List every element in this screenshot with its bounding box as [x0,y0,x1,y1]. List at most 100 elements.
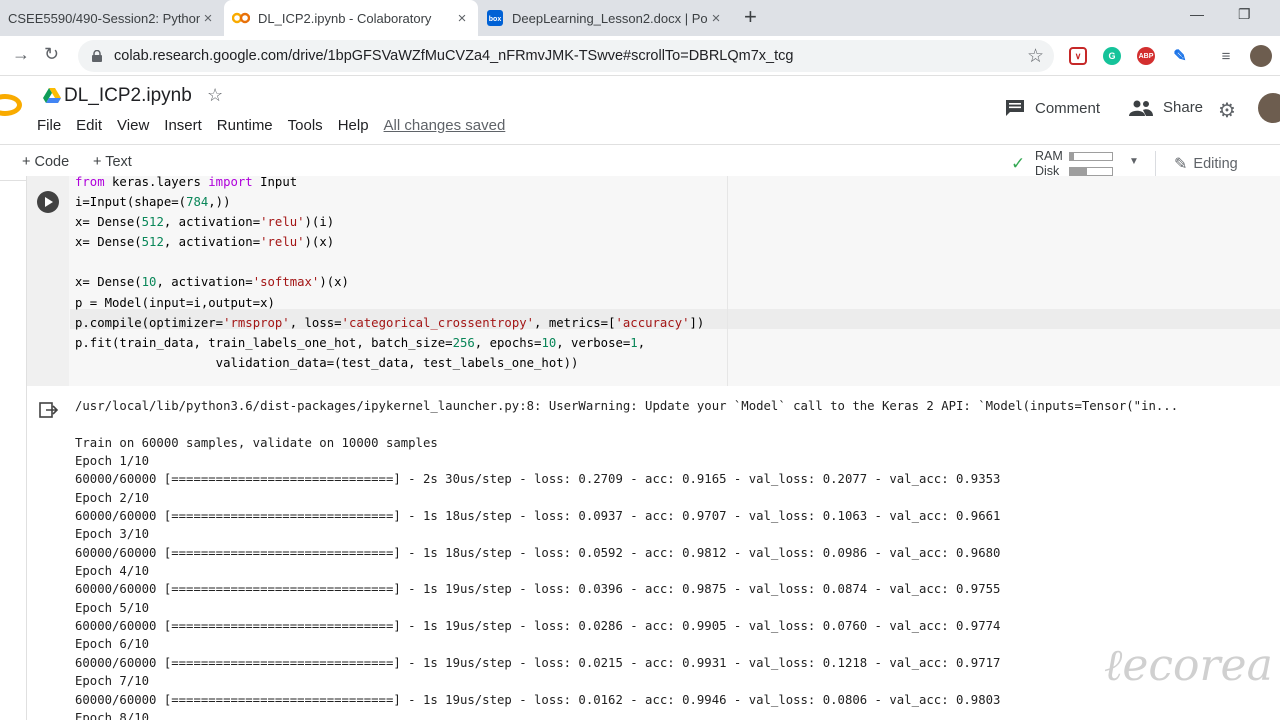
output-line: Epoch 3/10 [75,527,150,542]
comment-button[interactable]: Comment [1005,99,1100,117]
ram-usage-fill [1070,153,1075,160]
browser-tab-bar: CSEE5590/490-Session2: Python × DL_ICP2.… [0,0,1280,36]
profile-avatar[interactable] [1250,45,1272,67]
output-line: 60000/60000 [===========================… [75,545,1001,560]
ram-usage-bar [1069,152,1113,161]
browser-tab-colab[interactable]: DL_ICP2.ipynb - Colaboratory × [224,0,478,36]
playlist-extension-icon[interactable]: ≡ [1217,47,1235,65]
colab-favicon-icon [232,10,250,26]
adblock-extension-icon[interactable]: ABP [1137,47,1155,65]
lock-icon [92,50,102,62]
menu-file[interactable]: File [37,117,61,134]
output-line: 60000/60000 [===========================… [75,472,1001,487]
back-icon[interactable]: → [12,44,30,65]
code-line[interactable]: x= Dense(10, activation='softmax')(x) [75,272,704,292]
code-line[interactable]: from keras.layers import Input [75,172,704,192]
comment-icon [1006,100,1024,116]
browser-nav-bar: → ↻ colab.research.google.com/drive/1bpG… [0,36,1280,76]
cell-gutter [27,176,69,386]
output-arrow-icon[interactable] [39,400,59,420]
url-text: colab.research.google.com/drive/1bpGFSVa… [114,48,794,64]
menu-help[interactable]: Help [338,117,369,134]
resources-indicator[interactable]: ✓ RAM Disk ▼ [1011,148,1141,178]
pen-extension-icon[interactable]: ✎ [1171,47,1189,65]
people-icon [1129,100,1153,116]
colab-logo-icon[interactable] [0,94,22,116]
output-line: ​ [75,415,1178,433]
pencil-icon: ✎ [1174,156,1188,173]
toolbar-divider [1155,151,1156,176]
output-line: Epoch 7/10 [75,674,150,689]
pocket-extension-icon[interactable]: ∨ [1069,47,1087,65]
close-tab-icon[interactable]: × [708,10,724,27]
editing-mode-button[interactable]: ✎ Editing [1174,154,1238,174]
run-cell-button[interactable] [37,191,59,213]
add-text-button[interactable]: + Text [93,154,132,170]
tab-title: DL_ICP2.ipynb - Colaboratory [258,10,432,26]
code-line[interactable]: x= Dense(512, activation='relu')(i) [75,212,704,232]
cell-output-text: /usr/local/lib/python3.6/dist-packages/i… [75,397,1178,720]
output-cell: /usr/local/lib/python3.6/dist-packages/i… [26,386,1280,720]
user-avatar[interactable] [1258,93,1280,123]
output-line: Epoch 1/10 [75,454,150,469]
code-line[interactable]: p.fit(train_data, train_labels_one_hot, … [75,333,704,353]
colab-header: DL_ICP2.ipynb ☆ File Edit View Insert Ru… [0,77,1280,144]
output-line: Epoch 5/10 [75,600,150,615]
code-line[interactable]: p.compile(optimizer='rmsprop', loss='cat… [75,313,704,333]
ruler-line [727,176,728,386]
new-tab-button[interactable]: + [744,4,757,30]
menu-bar: File Edit View Insert Runtime Tools Help… [37,117,520,134]
comment-label: Comment [1035,99,1101,117]
connected-check-icon: ✓ [1011,154,1026,173]
box-favicon-icon: box [486,10,504,26]
code-line[interactable]: p = Model(input=i,output=x) [75,293,704,313]
share-button[interactable]: Share [1129,99,1203,116]
code-cell[interactable]: from keras.layers import Input i=Input(sh… [26,175,1280,386]
menu-runtime[interactable]: Runtime [217,117,273,134]
code-line[interactable]: ​ [75,252,704,272]
add-code-button[interactable]: + Code [22,154,69,170]
reload-icon[interactable]: ↻ [44,44,59,65]
grammarly-extension-icon[interactable]: G [1103,47,1121,65]
output-line: 60000/60000 [===========================… [75,582,1001,597]
output-line: /usr/local/lib/python3.6/dist-packages/i… [75,399,1179,413]
save-status[interactable]: All changes saved [384,117,506,134]
notebook-title[interactable]: DL_ICP2.ipynb [64,85,192,107]
output-line: Train on 60000 samples, validate on 1000… [75,435,438,450]
bookmark-star-icon[interactable]: ☆ [1027,45,1044,68]
output-line: Epoch 4/10 [75,564,150,579]
browser-tab-box-doc[interactable]: box DeepLearning_Lesson2.docx | Po × [478,0,732,36]
output-line: Epoch 8/10 [75,710,150,720]
address-bar[interactable]: colab.research.google.com/drive/1bpGFSVa… [78,40,1054,72]
output-line: 60000/60000 [===========================… [75,509,1001,524]
code-line[interactable]: validation_data=(test_data, test_labels_… [75,353,704,373]
svg-text:box: box [489,16,502,23]
disk-usage-fill [1070,168,1087,175]
menu-tools[interactable]: Tools [288,117,323,134]
menu-insert[interactable]: Insert [164,117,202,134]
code-line[interactable]: x= Dense(512, activation='relu')(x) [75,232,704,252]
code-editor[interactable]: from keras.layers import Input i=Input(sh… [75,172,704,373]
star-notebook-icon[interactable]: ☆ [207,85,223,106]
output-line: 60000/60000 [===========================… [75,692,1001,707]
settings-gear-icon[interactable]: ⚙ [1218,98,1236,123]
tab-title: CSEE5590/490-Session2: Python [8,10,200,26]
watermark-logo: ℓecorea [1104,640,1273,691]
restore-icon[interactable]: ❐ [1238,6,1251,23]
tab-title: DeepLearning_Lesson2.docx | Po [512,10,708,26]
output-line: 60000/60000 [===========================… [75,619,1001,634]
close-tab-icon[interactable]: × [200,10,216,27]
screen: { "browser": { "tabs": [ {"title": "CSEE… [0,0,1280,720]
close-tab-icon[interactable]: × [454,10,470,27]
output-line: 60000/60000 [===========================… [75,655,1001,670]
output-line: Epoch 6/10 [75,637,150,652]
minimize-icon[interactable]: — [1190,6,1204,22]
drive-icon[interactable] [43,88,61,104]
dropdown-caret-icon[interactable]: ▼ [1129,156,1139,167]
browser-tab-session2[interactable]: CSEE5590/490-Session2: Python × [0,0,224,36]
menu-edit[interactable]: Edit [76,117,102,134]
disk-usage-bar [1069,167,1113,176]
code-line[interactable]: i=Input(shape=(784,)) [75,192,704,212]
editing-label: Editing [1193,156,1238,172]
menu-view[interactable]: View [117,117,149,134]
